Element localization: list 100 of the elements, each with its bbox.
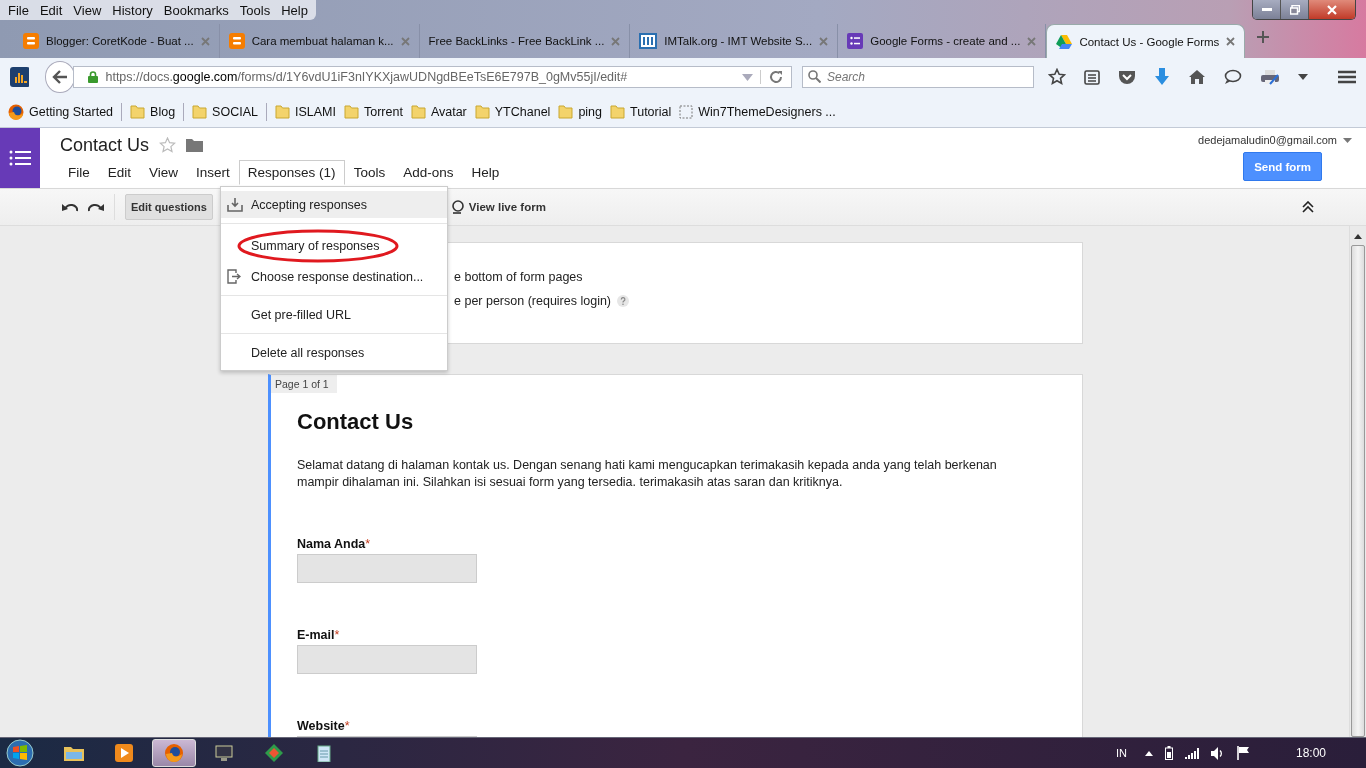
site-logo-icon bbox=[639, 33, 658, 49]
forms-icon bbox=[847, 33, 864, 49]
pocket-icon[interactable] bbox=[1118, 69, 1136, 85]
account-email[interactable]: dedejamaludin0@gmail.com bbox=[1198, 134, 1352, 146]
bookmark-item[interactable]: Torrent bbox=[343, 104, 403, 119]
flag-icon[interactable] bbox=[1236, 746, 1250, 760]
menu-item[interactable]: Insert bbox=[187, 160, 239, 185]
collapse-icon[interactable] bbox=[1302, 201, 1314, 213]
menu-item[interactable]: Tools bbox=[344, 160, 395, 185]
home-icon[interactable] bbox=[1188, 69, 1206, 85]
help-icon[interactable] bbox=[617, 294, 630, 307]
bookmark-item[interactable]: Getting Started bbox=[8, 103, 114, 120]
download-icon[interactable] bbox=[1154, 68, 1170, 86]
bookmark-item[interactable]: ping bbox=[558, 104, 602, 119]
form-description[interactable]: Selamat datang di halaman kontak us. Dengan senang hati kami mengucapkan terimakasih kepada anda yang telah berkenan mampir dihalaman ini. Silahkan isi sesuai form yang tersedia. terimakasih atas saran dan kritiknya. bbox=[297, 457, 1037, 491]
bookmark-item[interactable]: Avatar bbox=[410, 104, 467, 119]
chart-icon[interactable] bbox=[10, 67, 29, 87]
text-field[interactable] bbox=[297, 645, 477, 674]
menu-option[interactable]: Accepting responses bbox=[221, 191, 447, 218]
blogger-icon bbox=[23, 33, 39, 49]
close-icon bbox=[1327, 4, 1337, 15]
caret-icon[interactable] bbox=[1298, 74, 1308, 80]
scroll-up-icon[interactable] bbox=[1354, 234, 1362, 239]
restore-icon bbox=[1289, 4, 1300, 15]
edit-questions-button[interactable]: Edit questions bbox=[125, 194, 213, 220]
browser-tab[interactable]: Contact Us - Google Forms bbox=[1046, 24, 1246, 58]
show-hidden-icon[interactable] bbox=[1144, 750, 1153, 756]
bookmark-star-icon[interactable] bbox=[1048, 68, 1066, 86]
blogger-icon bbox=[228, 33, 245, 49]
menu-option[interactable]: Choose response destination... bbox=[221, 263, 447, 290]
speaker-icon[interactable] bbox=[1210, 746, 1225, 760]
close-button[interactable] bbox=[1309, 0, 1355, 19]
lock-icon bbox=[88, 71, 99, 83]
firefox-icon bbox=[8, 103, 24, 120]
list-icon bbox=[9, 150, 31, 166]
menu-item[interactable]: Bookmarks bbox=[159, 2, 233, 18]
menu-option[interactable]: Summary of responses bbox=[221, 229, 447, 263]
menu-item[interactable]: File bbox=[59, 160, 99, 185]
folder-icon bbox=[410, 104, 426, 119]
menu-item[interactable]: Edit bbox=[35, 2, 67, 18]
menu-icon[interactable] bbox=[1338, 70, 1356, 84]
bookmark-item[interactable]: ISLAMI bbox=[274, 104, 336, 119]
menu-item[interactable]: Edit bbox=[98, 160, 141, 185]
minimize-button[interactable] bbox=[1253, 0, 1281, 19]
restore-button[interactable] bbox=[1281, 0, 1309, 19]
bookmark-item[interactable]: Blog bbox=[130, 104, 176, 119]
printer-icon[interactable] bbox=[1260, 69, 1280, 85]
search-field[interactable]: Search bbox=[802, 66, 1034, 88]
folder-icon bbox=[558, 104, 574, 119]
folder-icon[interactable] bbox=[186, 138, 204, 152]
view-live-form-button[interactable]: View live form bbox=[450, 200, 546, 214]
export-icon bbox=[227, 269, 241, 284]
folder-icon bbox=[192, 104, 208, 119]
menu-item[interactable]: View bbox=[69, 2, 106, 18]
bookmark-item[interactable]: SOCIAL bbox=[192, 104, 258, 119]
caret-icon bbox=[1343, 137, 1352, 143]
address-bar[interactable]: https://docs.google.com/forms/d/1Y6vdU1iF3nIYKXjawUDNgdBEeTsE6E797B_0gMv55jI/edit# bbox=[73, 66, 792, 88]
menu-item[interactable]: File bbox=[4, 2, 33, 18]
menu-item[interactable]: View bbox=[140, 160, 188, 185]
forms-menu-button[interactable] bbox=[0, 128, 40, 188]
reading-list-icon[interactable] bbox=[1084, 69, 1100, 85]
question-label: Website* bbox=[297, 719, 351, 733]
firefox-icon[interactable] bbox=[152, 739, 196, 767]
scrollbar[interactable] bbox=[1349, 226, 1366, 737]
bookmark-item[interactable]: YTChanel bbox=[474, 104, 551, 119]
question-label: Nama Anda* bbox=[297, 537, 372, 551]
battery-icon[interactable] bbox=[1164, 746, 1173, 760]
setting-text: e per person (requires login) bbox=[454, 294, 612, 308]
undo-icon[interactable] bbox=[62, 202, 78, 212]
star-icon[interactable] bbox=[159, 136, 177, 154]
page-icon bbox=[679, 104, 694, 119]
menu-option[interactable]: Get pre-filled URL bbox=[221, 301, 447, 328]
reload-icon[interactable] bbox=[760, 70, 783, 84]
redo-icon[interactable] bbox=[88, 202, 104, 212]
menu-item[interactable]: Responses (1) bbox=[238, 160, 345, 185]
back-arrow-icon bbox=[52, 70, 69, 84]
folder-icon bbox=[474, 104, 490, 119]
folder-icon bbox=[130, 104, 146, 119]
minimize-icon bbox=[1261, 7, 1272, 12]
chat-bubble-icon[interactable] bbox=[1224, 69, 1242, 85]
menu-item[interactable]: Tools bbox=[235, 2, 275, 18]
signal-icon[interactable] bbox=[1184, 747, 1199, 759]
language-indicator[interactable]: IN bbox=[1115, 747, 1127, 759]
form-title[interactable]: Contact Us bbox=[297, 409, 1056, 435]
menu-option[interactable]: Delete all responses bbox=[221, 339, 447, 366]
menu-item[interactable]: Help bbox=[277, 2, 312, 18]
menu-item[interactable]: History bbox=[108, 2, 157, 18]
clock[interactable]: 18:00 bbox=[1295, 746, 1326, 760]
folder-icon bbox=[610, 104, 625, 119]
close-tab-icon[interactable] bbox=[1226, 37, 1236, 46]
menu-item[interactable]: Add-ons bbox=[394, 160, 463, 185]
bookmark-item[interactable]: Win7ThemeDesigners ... bbox=[679, 104, 836, 119]
text-field[interactable] bbox=[297, 554, 477, 583]
document-title[interactable]: Contact Us bbox=[60, 134, 150, 156]
folder-icon bbox=[343, 104, 359, 119]
bookmark-item[interactable]: Tutorial bbox=[610, 104, 672, 119]
url-text: https://docs.google.com/forms/d/1Y6vdU1iF3nIYKXjawUDNgdBEeTsE6E797B_0gMv55jI/edit# bbox=[105, 70, 629, 84]
back-button[interactable] bbox=[45, 61, 76, 93]
menu-item[interactable]: Help bbox=[462, 160, 509, 185]
question-label: E-mail* bbox=[297, 628, 341, 642]
